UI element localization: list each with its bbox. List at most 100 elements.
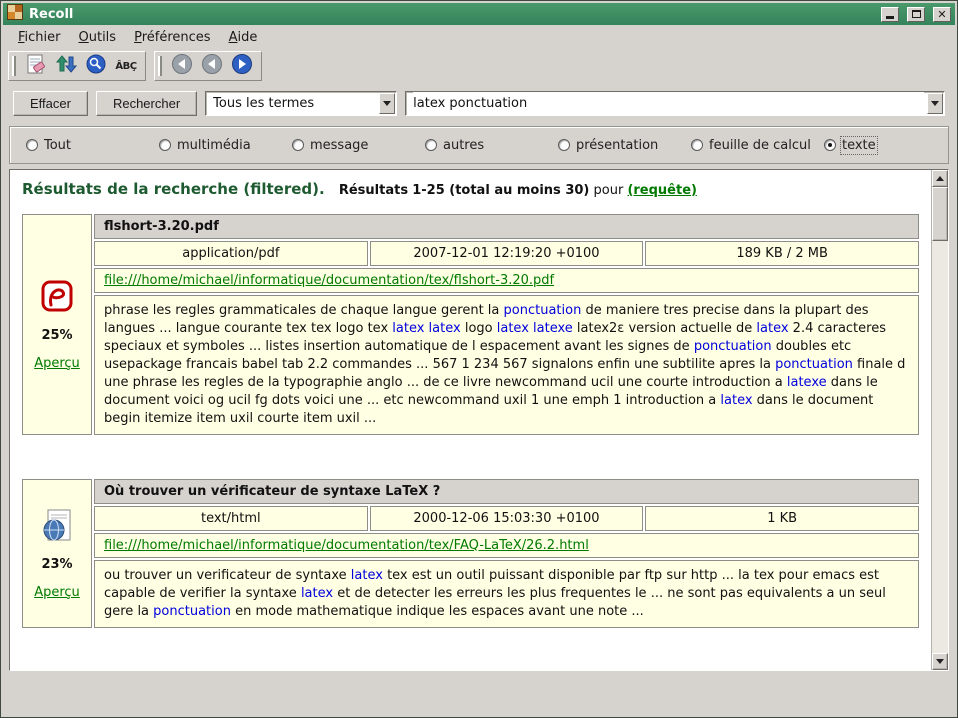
result-date: 2007-12-01 12:19:20 +0100	[370, 241, 644, 266]
radio-icon	[425, 139, 437, 151]
toolbar-main-group: ÂBÇ	[8, 51, 146, 81]
toolbar-grip[interactable]	[12, 56, 16, 76]
menu-item-fichier[interactable]: Fichier	[9, 28, 70, 47]
abstract-segment: latex2ε version actuelle de	[573, 321, 757, 336]
abstract-segment: phrase les regles grammaticales de chaqu…	[104, 303, 504, 318]
result-side-cell: 23% Aperçu	[22, 479, 92, 628]
chevron-down-icon[interactable]	[379, 93, 395, 114]
result-size: 189 KB / 2 MB	[645, 241, 919, 266]
window-title: Recoll	[29, 7, 873, 22]
term-explorer-button[interactable]: ÂBÇ	[112, 54, 140, 78]
clear-search-button[interactable]	[22, 54, 50, 78]
clear-search-icon	[25, 53, 47, 79]
result-mime-type: text/html	[94, 506, 368, 531]
minimize-button[interactable]	[881, 7, 899, 22]
highlighted-term: ponctuation	[153, 604, 231, 619]
html-file-icon	[40, 508, 74, 544]
filter-radio-presentation[interactable]: présentation	[558, 138, 691, 153]
highlighted-term: ponctuation	[694, 339, 772, 354]
previous-page-icon	[201, 53, 223, 79]
radio-icon	[824, 139, 836, 151]
search-input[interactable]	[413, 92, 924, 115]
search-button[interactable]: Rechercher	[96, 91, 197, 116]
result-abstract: phrase les regles grammaticales de chaqu…	[94, 295, 919, 435]
previous-page-button[interactable]	[198, 54, 226, 78]
clear-button[interactable]: Effacer	[13, 91, 88, 116]
search-mode-value: Tous les termes	[213, 96, 314, 111]
toolbar-nav-group	[154, 51, 262, 81]
update-index-button[interactable]	[52, 54, 80, 78]
abstract-segment: ou trouver un verificateur de syntaxe	[104, 568, 351, 583]
highlighted-term: ponctuation	[775, 357, 853, 372]
relevance-percent: 25%	[41, 328, 72, 343]
filter-radio-tout[interactable]: Tout	[26, 138, 159, 153]
abstract-segment: en mode mathematique indique les espaces…	[231, 604, 644, 619]
results-list: 25% Aperçu flshort-3.20.pdf application/…	[20, 212, 921, 630]
maximize-icon	[912, 10, 921, 18]
result-url-link[interactable]: file:///home/michael/informatique/docume…	[104, 538, 589, 553]
search-icon	[85, 53, 107, 79]
filter-radio-message[interactable]: message	[292, 138, 425, 153]
maximize-button[interactable]	[907, 7, 925, 22]
result-abstract: ou trouver un verificateur de syntaxe la…	[94, 560, 919, 628]
filter-panel: Tout multimédia message autres présentat…	[9, 126, 949, 164]
next-page-icon	[231, 53, 253, 79]
result-mime-type: application/pdf	[94, 241, 368, 266]
highlighted-term: latex latexe	[497, 321, 573, 336]
preview-link[interactable]: Aperçu	[34, 356, 80, 371]
result-url-link[interactable]: file:///home/michael/informatique/docume…	[104, 273, 554, 288]
result-item: 23% Aperçu Où trouver un vérificateur de…	[20, 477, 921, 630]
radio-icon	[26, 139, 38, 151]
radio-icon	[558, 139, 570, 151]
arrow-up-icon	[936, 176, 944, 181]
close-icon: ✕	[937, 9, 946, 20]
title-bar[interactable]: Recoll ✕	[3, 3, 955, 25]
pdf-file-icon	[40, 279, 74, 315]
relevance-percent: 23%	[41, 557, 72, 572]
highlighted-term: latex latex	[392, 321, 460, 336]
result-item: 25% Aperçu flshort-3.20.pdf application/…	[20, 212, 921, 437]
result-side-cell: 25% Aperçu	[22, 214, 92, 435]
close-button[interactable]: ✕	[933, 7, 951, 22]
filter-radio-feuille-de-calcul[interactable]: feuille de calcul	[691, 138, 824, 153]
results-view: Résultats de la recherche (filtered). Ré…	[10, 170, 931, 670]
menu-item-preferences[interactable]: Préférences	[125, 28, 219, 47]
scroll-down-button[interactable]	[932, 653, 948, 670]
highlighted-term: latex	[301, 586, 333, 601]
radio-icon	[691, 139, 703, 151]
result-date: 2000-12-06 15:03:30 +0100	[370, 506, 644, 531]
filter-radio-autres[interactable]: autres	[425, 138, 558, 153]
menu-item-aide[interactable]: Aide	[220, 28, 267, 47]
results-panel: Résultats de la recherche (filtered). Ré…	[9, 169, 949, 671]
result-title: Où trouver un vérificateur de syntaxe La…	[94, 479, 919, 504]
search-mode-select[interactable]: Tous les termes	[205, 91, 397, 116]
filter-radio-texte[interactable]: texte	[824, 138, 876, 153]
highlighted-term: latex	[720, 393, 752, 408]
highlighted-term: ponctuation	[504, 303, 582, 318]
update-index-icon	[55, 53, 77, 79]
toolbar-grip[interactable]	[158, 56, 162, 76]
toolbar: ÂBÇ	[3, 49, 955, 83]
results-count: Résultats 1-25 (total au moins 30) pour …	[339, 183, 697, 198]
recoll-window: Recoll ✕ FichierOutilsPréférencesAide	[0, 0, 958, 718]
first-page-button[interactable]	[168, 54, 196, 78]
chevron-down-icon[interactable]	[927, 93, 943, 114]
menu-item-outils[interactable]: Outils	[70, 28, 126, 47]
recoll-logo-icon	[7, 4, 23, 24]
term-explorer-icon: ÂBÇ	[115, 61, 136, 72]
result-size: 1 KB	[645, 506, 919, 531]
next-page-button[interactable]	[228, 54, 256, 78]
preview-link[interactable]: Aperçu	[34, 585, 80, 600]
first-page-icon	[171, 53, 193, 79]
filter-radio-multimedia[interactable]: multimédia	[159, 138, 292, 153]
highlighted-term: latex	[756, 321, 788, 336]
scroll-thumb[interactable]	[932, 187, 948, 241]
scroll-track[interactable]	[932, 241, 948, 653]
scroll-up-button[interactable]	[932, 170, 948, 187]
minimize-icon	[886, 16, 894, 19]
results-scrollbar[interactable]	[931, 170, 948, 670]
arrow-down-icon	[936, 659, 944, 664]
query-combo[interactable]	[405, 91, 945, 116]
run-query-button[interactable]	[82, 54, 110, 78]
query-link[interactable]: (requête)	[627, 183, 697, 198]
